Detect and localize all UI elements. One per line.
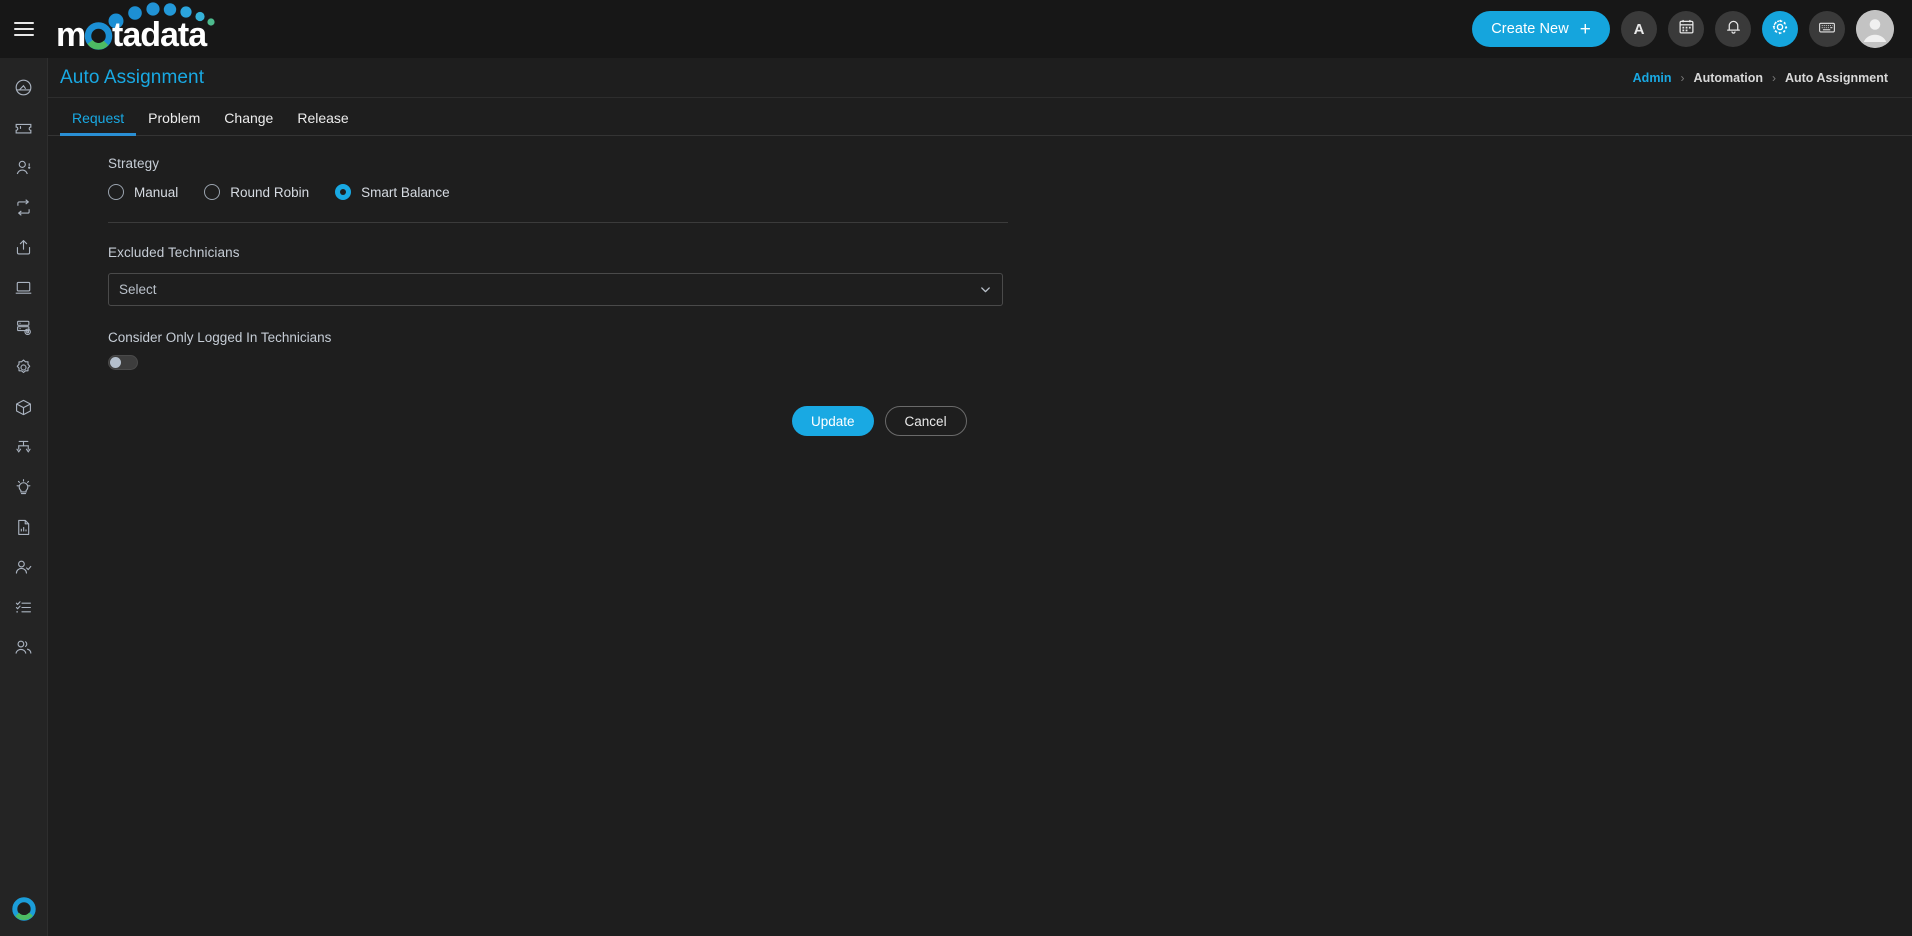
strategy-radio-group: Manual Round Robin Smart Balance [108, 184, 1912, 200]
left-sidebar [0, 58, 48, 936]
chevron-right-icon: › [1771, 70, 1776, 85]
toggle-knob [110, 357, 121, 368]
calendar-icon [1678, 18, 1695, 40]
sidebar-item-approvals[interactable] [4, 550, 44, 590]
form-actions: Update Cancel [792, 406, 1912, 436]
upload-box-icon [14, 238, 33, 262]
sidebar-item-cmdb[interactable] [4, 390, 44, 430]
tab-change[interactable]: Change [212, 110, 285, 135]
cube-icon [14, 398, 33, 422]
bell-icon [1725, 18, 1742, 40]
loop-arrows-icon [14, 198, 33, 222]
sidebar-item-reports[interactable] [4, 510, 44, 550]
notifications-button[interactable] [1715, 11, 1751, 47]
sidebar-item-tickets[interactable] [4, 110, 44, 150]
svg-text:m: m [56, 16, 85, 54]
top-bar: m tadata Create New + A [0, 0, 1912, 58]
sidebar-item-workflow[interactable] [4, 190, 44, 230]
sidebar-item-dashboard[interactable] [4, 70, 44, 110]
cog-burst-icon [14, 358, 33, 382]
radio-circle-icon [204, 184, 221, 200]
excluded-technicians-label: Excluded Technicians [108, 245, 240, 260]
ticket-icon [14, 118, 33, 142]
monitor-icon [14, 278, 33, 302]
radio-label-round-robin: Round Robin [230, 184, 310, 200]
breadcrumb: Admin › Automation › Auto Assignment [1633, 71, 1888, 85]
radio-option-manual[interactable]: Manual [108, 184, 178, 200]
create-new-button[interactable]: Create New + [1472, 11, 1610, 47]
sidebar-item-users[interactable] [4, 630, 44, 670]
excluded-technicians-select[interactable]: Select [108, 273, 1003, 306]
motadata-logo: m tadata [56, 0, 276, 58]
top-bar-actions: Create New + A [1472, 10, 1912, 48]
settings-button[interactable] [1762, 11, 1798, 47]
checklist-icon [14, 598, 33, 622]
breadcrumb-item-auto-assignment: Auto Assignment [1784, 70, 1888, 85]
strategy-label: Strategy [108, 156, 160, 171]
radio-label-smart-balance: Smart Balance [361, 184, 450, 200]
org-chart-icon [14, 438, 33, 462]
radio-option-smart-balance[interactable]: Smart Balance [335, 184, 450, 200]
breadcrumb-item-automation[interactable]: Automation [1694, 71, 1763, 85]
lightbulb-icon [14, 478, 33, 502]
cancel-button[interactable]: Cancel [884, 406, 967, 436]
motadata-mark-icon[interactable] [11, 896, 37, 922]
calendar-button[interactable] [1668, 11, 1704, 47]
module-tabs: Request Problem Change Release [48, 98, 1912, 136]
sidebar-item-requester[interactable] [4, 150, 44, 190]
svg-text:tadata: tadata [112, 16, 208, 54]
user-icon [14, 158, 33, 182]
hamburger-icon[interactable] [0, 0, 48, 58]
radio-label-manual: Manual [134, 184, 179, 200]
update-button[interactable]: Update [792, 406, 874, 436]
breadcrumb-item-admin[interactable]: Admin [1633, 71, 1672, 85]
announcement-button[interactable]: A [1621, 11, 1657, 47]
sidebar-item-assets[interactable] [4, 270, 44, 310]
server-gear-icon [14, 318, 33, 342]
sidebar-item-hierarchy[interactable] [4, 430, 44, 470]
sidebar-item-knowledge[interactable] [4, 470, 44, 510]
logged-in-technicians-label: Consider Only Logged In Technicians [108, 330, 332, 345]
chevron-right-icon: › [1680, 70, 1685, 85]
user-avatar[interactable] [1856, 10, 1894, 48]
tab-problem[interactable]: Problem [136, 110, 212, 135]
sidebar-item-tasks[interactable] [4, 590, 44, 630]
sidebar-item-servers[interactable] [4, 310, 44, 350]
radio-circle-icon [108, 184, 124, 200]
people-icon [14, 638, 33, 662]
report-document-icon [14, 518, 33, 542]
chevron-down-icon [979, 283, 992, 296]
speedometer-icon [14, 78, 33, 102]
keyboard-shortcuts-button[interactable] [1809, 11, 1845, 47]
tab-release[interactable]: Release [285, 110, 360, 135]
radio-option-round-robin[interactable]: Round Robin [204, 184, 309, 200]
section-divider [108, 222, 1008, 223]
create-new-label: Create New [1491, 21, 1569, 37]
sidebar-item-release[interactable] [4, 230, 44, 270]
tab-request[interactable]: Request [60, 110, 137, 136]
page-title: Auto Assignment [60, 66, 205, 88]
letter-a-icon: A [1633, 20, 1645, 38]
excluded-technicians-value: Select [119, 282, 157, 297]
logged-in-technicians-toggle[interactable] [108, 355, 138, 370]
plus-icon: + [1579, 18, 1591, 40]
radio-circle-selected-icon [335, 184, 352, 200]
sidebar-item-integrations[interactable] [4, 350, 44, 390]
auto-assignment-form: Strategy Manual Round Robin Smart Balanc… [48, 136, 1912, 436]
page-header: Auto Assignment Admin › Automation › Aut… [48, 58, 1912, 98]
main-content: Strategy Manual Round Robin Smart Balanc… [48, 136, 1912, 436]
keyboard-icon [1818, 18, 1836, 41]
user-check-icon [14, 558, 33, 582]
gear-icon [1771, 18, 1789, 41]
